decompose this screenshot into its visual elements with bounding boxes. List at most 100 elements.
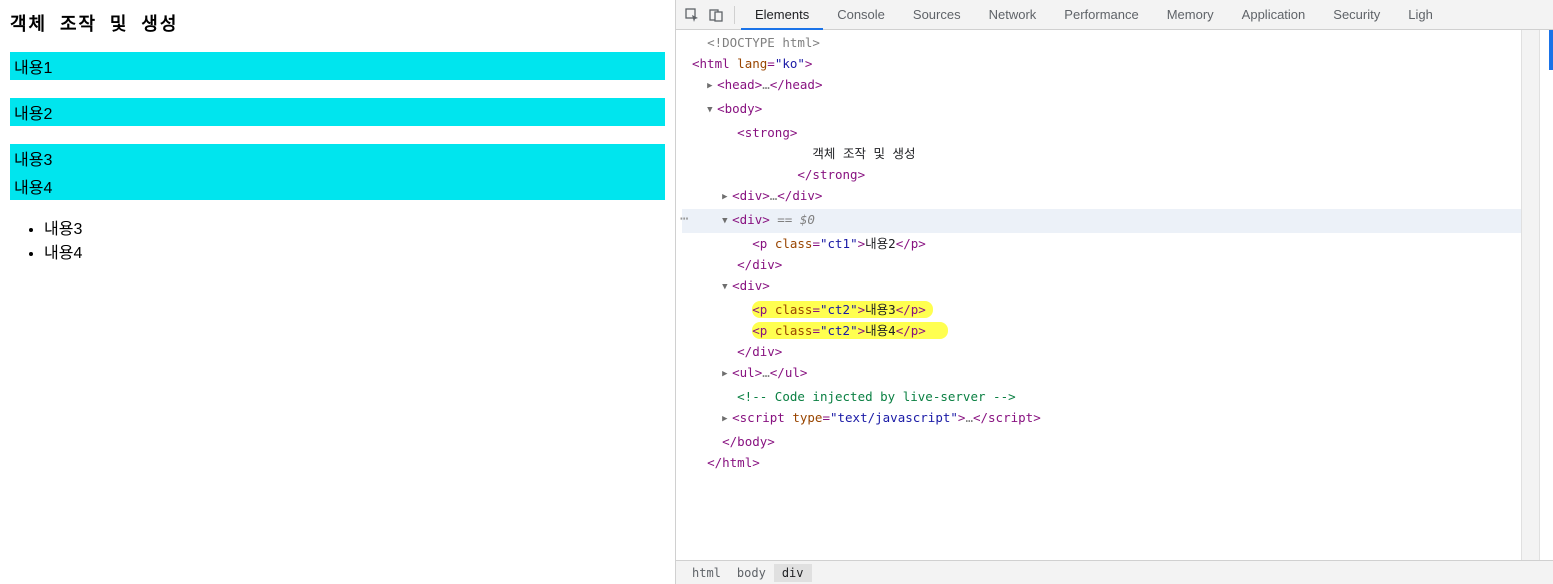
tag-name: div (740, 278, 763, 293)
list-item: 내용3 (44, 218, 665, 242)
dom-node[interactable]: </div> (682, 341, 1521, 362)
ellipsis: … (762, 365, 770, 380)
tab-security[interactable]: Security (1319, 0, 1394, 30)
devtools-sidebar-strip (1539, 30, 1553, 560)
content-block: 내용3 (10, 144, 665, 172)
expand-caret-icon[interactable] (722, 362, 732, 386)
text-node: 내용3 (865, 302, 896, 317)
tab-lighthouse[interactable]: Ligh (1394, 0, 1447, 30)
attr: lang (737, 56, 767, 71)
dom-tree[interactable]: <!DOCTYPE html> <html lang="ko"> <head>…… (676, 30, 1521, 560)
collapse-caret-icon[interactable] (722, 209, 732, 233)
tag-name: body (737, 434, 767, 449)
dom-node[interactable]: <strong> (682, 122, 1521, 143)
tab-elements[interactable]: Elements (741, 0, 823, 30)
dom-breadcrumb: html body div (676, 560, 1553, 584)
expand-caret-icon[interactable] (722, 407, 732, 431)
tag-name: div (752, 344, 775, 359)
tag-name: strong (745, 125, 790, 140)
dom-node[interactable]: <!DOCTYPE html> (682, 32, 1521, 53)
collapse-caret-icon[interactable] (722, 275, 732, 299)
tag-name: body (725, 101, 755, 116)
text-node: 내용2 (865, 236, 896, 251)
tag-name: strong (812, 167, 857, 182)
tab-network[interactable]: Network (975, 0, 1051, 30)
attr-val: "ct2" (820, 323, 858, 338)
tab-sources[interactable]: Sources (899, 0, 975, 30)
content-list: 내용3 내용4 (44, 218, 665, 266)
inspect-icon[interactable] (680, 3, 704, 27)
tag-name: p (911, 323, 919, 338)
tag-name: ul (785, 365, 800, 380)
tag-name: html (700, 56, 730, 71)
dom-node-highlighted[interactable]: <p class="ct2">내용3</p> (682, 299, 1521, 320)
tab-performance[interactable]: Performance (1050, 0, 1152, 30)
tag-name: p (760, 302, 768, 317)
expand-caret-icon[interactable] (722, 185, 732, 209)
tag-name: p (760, 323, 768, 338)
tag-name: script (988, 410, 1033, 425)
dom-node[interactable]: <ul>…</ul> (682, 362, 1521, 386)
doctype: <!DOCTYPE html> (707, 35, 820, 50)
breadcrumb-item[interactable]: html (684, 564, 729, 582)
tag-name: p (760, 236, 768, 251)
separator (734, 6, 735, 24)
tab-console[interactable]: Console (823, 0, 899, 30)
selected-indicator: == $0 (770, 212, 815, 227)
text-node: 객체 조작 및 생성 (812, 146, 915, 161)
attr: type (792, 410, 822, 425)
tag-name: head (785, 77, 815, 92)
breadcrumb-item-active[interactable]: div (774, 564, 812, 582)
breadcrumb-item[interactable]: body (729, 564, 774, 582)
rendered-page: 객체 조작 및 생성 내용1 내용2 내용3 내용4 내용3 내용4 (0, 0, 675, 584)
devtools-toolbar: Elements Console Sources Network Perform… (676, 0, 1553, 30)
dom-node[interactable]: <body> (682, 98, 1521, 122)
attr-val: "ct2" (820, 302, 858, 317)
tag-name: div (740, 188, 763, 203)
tab-application[interactable]: Application (1228, 0, 1320, 30)
attr-val: "ko" (775, 56, 805, 71)
attr: class (775, 302, 813, 317)
text-node: 내용4 (865, 323, 896, 338)
attr: class (775, 236, 813, 251)
dom-node[interactable]: <div>…</div> (682, 185, 1521, 209)
content-block: 내용2 (10, 98, 665, 126)
tag-name: head (725, 77, 755, 92)
dom-node[interactable]: <script type="text/javascript">…</script… (682, 407, 1521, 431)
tag-name: p (911, 302, 919, 317)
tag-name: html (722, 455, 752, 470)
dom-node[interactable]: </div> (682, 254, 1521, 275)
tag-name: ul (740, 365, 755, 380)
tab-memory[interactable]: Memory (1153, 0, 1228, 30)
expand-caret-icon[interactable] (707, 74, 717, 98)
dom-node[interactable]: 객체 조작 및 생성 (682, 143, 1521, 164)
content-block: 내용1 (10, 52, 665, 80)
tag-name: div (740, 212, 763, 227)
block-group-2: 내용3 내용4 (10, 144, 665, 200)
dom-node[interactable]: <html lang="ko"> (682, 53, 1521, 74)
device-toggle-icon[interactable] (704, 3, 728, 27)
tag-name: div (752, 257, 775, 272)
content-block: 내용4 (10, 172, 665, 200)
gutter-dots-icon[interactable]: ⋯ (680, 209, 687, 230)
dom-node[interactable]: </strong> (682, 164, 1521, 185)
ellipsis: … (965, 410, 973, 425)
tag-name: script (740, 410, 785, 425)
attr-val: "ct1" (820, 236, 858, 251)
dom-node-highlighted[interactable]: <p class="ct2">내용4</p> (682, 320, 1521, 341)
dom-node-selected[interactable]: ⋯ <div> == $0 (682, 209, 1521, 233)
dom-node[interactable]: <head>…</head> (682, 74, 1521, 98)
list-item: 내용4 (44, 242, 665, 266)
page-title: 객체 조작 및 생성 (10, 10, 665, 36)
collapse-caret-icon[interactable] (707, 98, 717, 122)
dom-node[interactable]: </body> (682, 431, 1521, 452)
devtools-body: <!DOCTYPE html> <html lang="ko"> <head>…… (676, 30, 1553, 560)
ellipsis: … (762, 77, 770, 92)
dom-node[interactable]: <!-- Code injected by live-server --> (682, 386, 1521, 407)
attr: class (775, 323, 813, 338)
tag-name: p (911, 236, 919, 251)
devtools-scrollbar[interactable] (1521, 30, 1539, 560)
dom-node[interactable]: </html> (682, 452, 1521, 473)
dom-node[interactable]: <p class="ct1">내용2</p> (682, 233, 1521, 254)
dom-node[interactable]: <div> (682, 275, 1521, 299)
